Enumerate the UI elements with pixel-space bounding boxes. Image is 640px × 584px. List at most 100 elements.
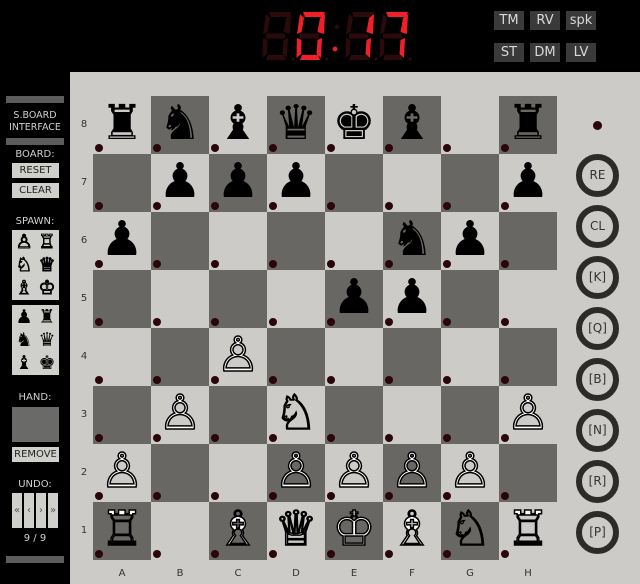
piece-d1[interactable]: ♕ bbox=[267, 501, 325, 557]
reset-button[interactable]: RESET bbox=[12, 163, 59, 178]
spk-button[interactable]: spk bbox=[566, 11, 596, 30]
re-button[interactable]: RE bbox=[576, 154, 619, 197]
dm-button[interactable]: DM bbox=[530, 43, 560, 62]
piece-d3[interactable]: ♘ bbox=[267, 385, 325, 441]
square-g7[interactable] bbox=[441, 154, 499, 212]
undo-prev-button[interactable]: ‹ bbox=[24, 493, 34, 528]
square-g1[interactable]: ♘ bbox=[441, 501, 499, 560]
square-h8[interactable]: ♜ bbox=[499, 96, 557, 154]
square-f6[interactable]: ♞ bbox=[383, 212, 441, 270]
piece-b7[interactable]: ♟ bbox=[151, 154, 209, 208]
square-f2[interactable]: ♙ bbox=[383, 443, 441, 502]
square-h1[interactable]: ♖ bbox=[499, 501, 557, 560]
piece-e5[interactable]: ♟ bbox=[325, 270, 383, 324]
piece-f8[interactable]: ♝ bbox=[383, 96, 441, 150]
square-h7[interactable]: ♟ bbox=[499, 154, 557, 212]
spawn-white-queen[interactable]: ♕ bbox=[36, 254, 58, 277]
square-d4[interactable] bbox=[267, 328, 325, 386]
undo-first-button[interactable]: « bbox=[12, 493, 22, 528]
square-c8[interactable]: ♝ bbox=[209, 96, 267, 154]
undo-next-button[interactable]: › bbox=[36, 493, 46, 528]
square-a8[interactable]: ♜ bbox=[93, 96, 151, 154]
clear-button[interactable]: CLEAR bbox=[12, 183, 59, 198]
square-e1[interactable]: ♔ bbox=[325, 501, 383, 560]
square-b1[interactable] bbox=[151, 502, 209, 560]
square-d6[interactable] bbox=[267, 212, 325, 270]
square-b6[interactable] bbox=[151, 212, 209, 270]
st-button[interactable]: ST bbox=[494, 43, 524, 62]
spawn-white-rook[interactable]: ♖ bbox=[36, 231, 58, 254]
spawn-white-knight[interactable]: ♘ bbox=[13, 254, 35, 277]
square-c2[interactable] bbox=[209, 444, 267, 502]
square-g3[interactable] bbox=[441, 386, 499, 444]
spawn-black-pawn[interactable]: ♟ bbox=[13, 306, 35, 328]
square-a5[interactable] bbox=[93, 270, 151, 328]
piece-f1[interactable]: ♗ bbox=[383, 501, 441, 557]
square-h3[interactable]: ♙ bbox=[499, 385, 557, 444]
spawn-white-bishop[interactable]: ♗ bbox=[13, 277, 35, 300]
square-b4[interactable] bbox=[151, 328, 209, 386]
square-c7[interactable]: ♟ bbox=[209, 154, 267, 212]
square-a6[interactable]: ♟ bbox=[93, 212, 151, 270]
piece-b8[interactable]: ♞ bbox=[151, 96, 209, 150]
square-b5[interactable] bbox=[151, 270, 209, 328]
lv-button[interactable]: LV bbox=[566, 43, 596, 62]
square-g8[interactable] bbox=[441, 96, 499, 154]
square-f7[interactable] bbox=[383, 154, 441, 212]
square-d7[interactable]: ♟ bbox=[267, 154, 325, 212]
square-a2[interactable]: ♙ bbox=[93, 443, 151, 502]
spawn-black-bishop[interactable]: ♝ bbox=[13, 352, 35, 374]
piece-c7[interactable]: ♟ bbox=[209, 154, 267, 208]
square-c6[interactable] bbox=[209, 212, 267, 270]
square-h5[interactable] bbox=[499, 270, 557, 328]
piece-g6[interactable]: ♟ bbox=[441, 212, 499, 266]
hand-slot[interactable] bbox=[12, 407, 59, 442]
piece-b3[interactable]: ♙ bbox=[151, 385, 209, 441]
square-b8[interactable]: ♞ bbox=[151, 96, 209, 154]
piece-a2[interactable]: ♙ bbox=[93, 443, 151, 499]
square-a1[interactable]: ♖ bbox=[93, 501, 151, 560]
promote-queen-button[interactable]: [Q] bbox=[576, 307, 619, 350]
spawn-black-king[interactable]: ♚ bbox=[36, 352, 58, 374]
promote-pawn-button[interactable]: [P] bbox=[576, 511, 619, 554]
square-b3[interactable]: ♙ bbox=[151, 385, 209, 444]
spawn-black-queen[interactable]: ♛ bbox=[36, 329, 58, 351]
square-e8[interactable]: ♚ bbox=[325, 96, 383, 154]
piece-h8[interactable]: ♜ bbox=[499, 96, 557, 150]
square-g2[interactable]: ♙ bbox=[441, 443, 499, 502]
square-b7[interactable]: ♟ bbox=[151, 154, 209, 212]
square-h2[interactable] bbox=[499, 444, 557, 502]
piece-h3[interactable]: ♙ bbox=[499, 385, 557, 441]
tm-button[interactable]: TM bbox=[494, 11, 524, 30]
square-b2[interactable] bbox=[151, 444, 209, 502]
undo-last-button[interactable]: » bbox=[48, 493, 58, 528]
promote-king-button[interactable]: [K] bbox=[576, 256, 619, 299]
piece-c8[interactable]: ♝ bbox=[209, 96, 267, 150]
piece-g2[interactable]: ♙ bbox=[441, 443, 499, 499]
square-d1[interactable]: ♕ bbox=[267, 501, 325, 560]
piece-h7[interactable]: ♟ bbox=[499, 154, 557, 208]
square-g6[interactable]: ♟ bbox=[441, 212, 499, 270]
spawn-white-pawn[interactable]: ♙ bbox=[13, 231, 35, 254]
remove-button[interactable]: REMOVE bbox=[12, 447, 59, 462]
piece-f5[interactable]: ♟ bbox=[383, 270, 441, 324]
piece-c4[interactable]: ♙ bbox=[209, 327, 267, 383]
square-a4[interactable] bbox=[93, 328, 151, 386]
square-e3[interactable] bbox=[325, 386, 383, 444]
promote-bishop-button[interactable]: [B] bbox=[576, 358, 619, 401]
square-c4[interactable]: ♙ bbox=[209, 327, 267, 386]
square-f3[interactable] bbox=[383, 386, 441, 444]
piece-e2[interactable]: ♙ bbox=[325, 443, 383, 499]
piece-f6[interactable]: ♞ bbox=[383, 212, 441, 266]
piece-h1[interactable]: ♖ bbox=[499, 501, 557, 557]
square-d5[interactable] bbox=[267, 270, 325, 328]
spawn-black-rook[interactable]: ♜ bbox=[36, 306, 58, 328]
piece-a6[interactable]: ♟ bbox=[93, 212, 151, 266]
square-e6[interactable] bbox=[325, 212, 383, 270]
square-f1[interactable]: ♗ bbox=[383, 501, 441, 560]
piece-e8[interactable]: ♚ bbox=[325, 96, 383, 150]
rv-button[interactable]: RV bbox=[530, 11, 560, 30]
square-f4[interactable] bbox=[383, 328, 441, 386]
square-c1[interactable]: ♗ bbox=[209, 501, 267, 560]
square-e7[interactable] bbox=[325, 154, 383, 212]
